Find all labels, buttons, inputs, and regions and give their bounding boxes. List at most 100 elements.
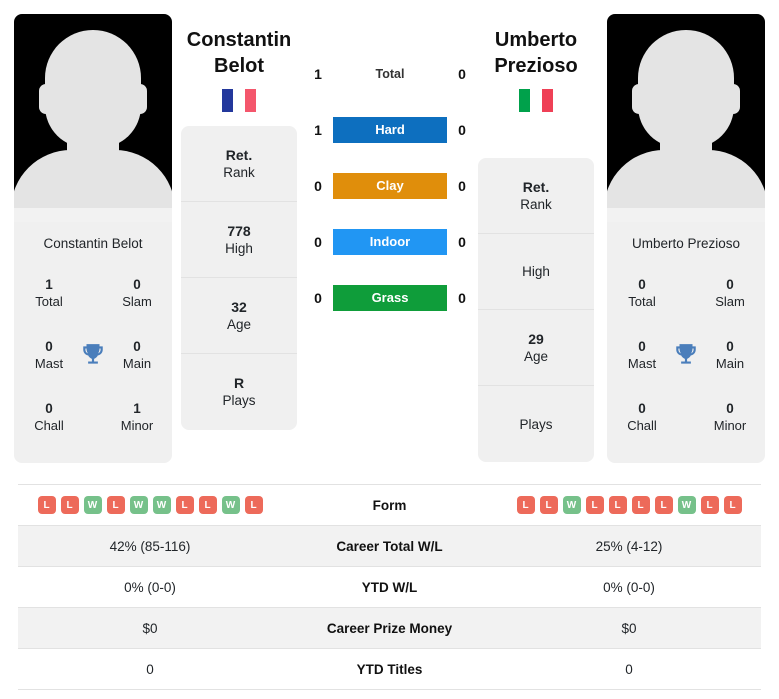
stat-main-right: 0 Main [701,339,759,372]
rank-label: High [522,264,550,280]
form-badge-l: L [244,496,263,514]
stat-value: 0 [133,339,141,355]
value-left: $0 [142,620,158,636]
form-badge-w: W [83,496,102,514]
h2h-row-indoor: 0 Indoor 0 [307,228,473,256]
stat-label: Slam [715,294,745,310]
avatar-ear-left [632,84,646,114]
form-badge-l: L [516,496,535,514]
form-badge-l: L [700,496,719,514]
form-badge-l: L [60,496,79,514]
stat-label: Mast [627,356,657,372]
stat-label: Chall [34,418,64,434]
value-left: 0 [146,661,154,677]
stat-mast-right: 0 Mast [613,339,671,372]
player-card-right[interactable]: Umberto Prezioso 0 Total 0 Slam 0 Mast 0… [607,14,765,463]
stat-slam-left: 0 Slam [108,277,166,310]
stat-mast-left: 0 Mast [20,339,78,372]
rank-item-high-left: 778 High [181,202,297,278]
rank-item-plays-right: Plays [478,386,594,462]
stat-label: Mast [34,356,64,372]
form-badge-w: W [129,496,148,514]
form-badge-l: L [175,496,194,514]
rank-item-age-right: 29 Age [478,310,594,386]
form-badge-w: W [221,496,240,514]
rank-item-rank-left: Ret. Rank [181,126,297,202]
stat-main-left: 0 Main [108,339,166,372]
rank-label: Rank [520,196,552,212]
rank-label: Age [226,316,252,332]
h2h-score-left: 0 [314,178,322,194]
h2h-row-hard: 1 Hard 0 [307,116,473,144]
rank-item-high-right: High [478,234,594,310]
france-flag-icon [222,89,256,113]
avatar-bottom-strip [14,208,172,222]
surface-badge-indoor[interactable]: Indoor [333,229,447,255]
stat-label: Main [715,356,745,372]
surface-badge-clay[interactable]: Clay [333,173,447,199]
player-stats-left: 1 Total 0 Slam 0 Mast 0 Main 0 Chall 1 M… [14,263,172,463]
stat-label: Total [628,294,656,310]
table-row-ytd-wl: 0% (0-0) YTD W/L 0% (0-0) [18,567,761,608]
stat-row: 0 Mast 0 Main [613,325,759,387]
trophy-icon [83,344,103,364]
avatar-ear-left [39,84,53,114]
player-comparison-page: Constantin Belot 1 Total 0 Slam 0 Mast 0… [0,0,779,699]
form-badge-l: L [608,496,627,514]
form-cell-left: LLWLWWLLWL [18,496,282,514]
rank-item-age-left: 32 Age [181,278,297,354]
form-badge-l: L [198,496,217,514]
stat-total-left: 1 Total [20,277,78,310]
stat-minor-left: 1 Minor [108,401,166,434]
stat-total-right: 0 Total [613,277,671,310]
surface-badge-hard[interactable]: Hard [333,117,447,143]
rank-value: 29 [528,330,544,347]
comparison-table: LLWLWWLLWL Form LLWLLLLWLL 42% (85-116) … [18,484,761,690]
player-card-name-right: Umberto Prezioso [631,236,741,251]
h2h-score-left: 1 [314,66,322,82]
table-row-form: LLWLWWLLWL Form LLWLLLLWLL [18,485,761,526]
form-badge-l: L [631,496,650,514]
stat-row: 0 Mast 0 Main [20,325,166,387]
surface-badge-grass[interactable]: Grass [333,285,447,311]
comparison-header-area: Constantin Belot 1 Total 0 Slam 0 Mast 0… [0,0,779,472]
h2h-label-total: Total [375,67,405,81]
stat-label: Main [122,356,152,372]
stat-row: 0 Chall 0 Minor [613,387,759,449]
rank-label: High [225,240,253,256]
h2h-score-right: 0 [458,290,466,306]
stat-value: 0 [45,339,53,355]
form-badge-w: W [562,496,581,514]
rank-value: 778 [227,222,251,239]
italy-flag-icon [519,89,553,113]
stat-row: 1 Total 0 Slam [20,263,166,325]
stat-label: Chall [627,418,657,434]
player-first-name-left: Constantin [186,29,292,51]
h2h-score-left: 1 [314,122,322,138]
h2h-score-left: 0 [314,234,322,250]
stat-label: Total [35,294,63,310]
stat-label: Slam [122,294,152,310]
rank-value: R [233,375,245,392]
rank-value: 32 [231,298,247,315]
player-header-right: Umberto Prezioso [456,28,616,113]
value-right: 0 [625,661,633,677]
player-rank-card-right: Ret. Rank High 29 Age Plays [478,158,594,462]
form-badge-w: W [677,496,696,514]
form-cell-right: LLWLLLLWLL [497,496,761,514]
rank-label: Rank [223,164,255,180]
h2h-score-right: 0 [458,122,466,138]
h2h-score-right: 0 [458,178,466,194]
player-card-left[interactable]: Constantin Belot 1 Total 0 Slam 0 Mast 0… [14,14,172,463]
stat-value: 1 [133,401,141,417]
table-label-form: Form [372,497,407,513]
form-badge-l: L [539,496,558,514]
avatar-ear-right [133,84,147,114]
stat-value: 0 [638,339,646,355]
stat-row: 0 Total 0 Slam [613,263,759,325]
form-badge-l: L [106,496,125,514]
stat-value: 0 [726,401,734,417]
rank-item-rank-right: Ret. Rank [478,158,594,234]
value-left: 0% (0-0) [124,579,176,595]
stat-value: 0 [638,401,646,417]
